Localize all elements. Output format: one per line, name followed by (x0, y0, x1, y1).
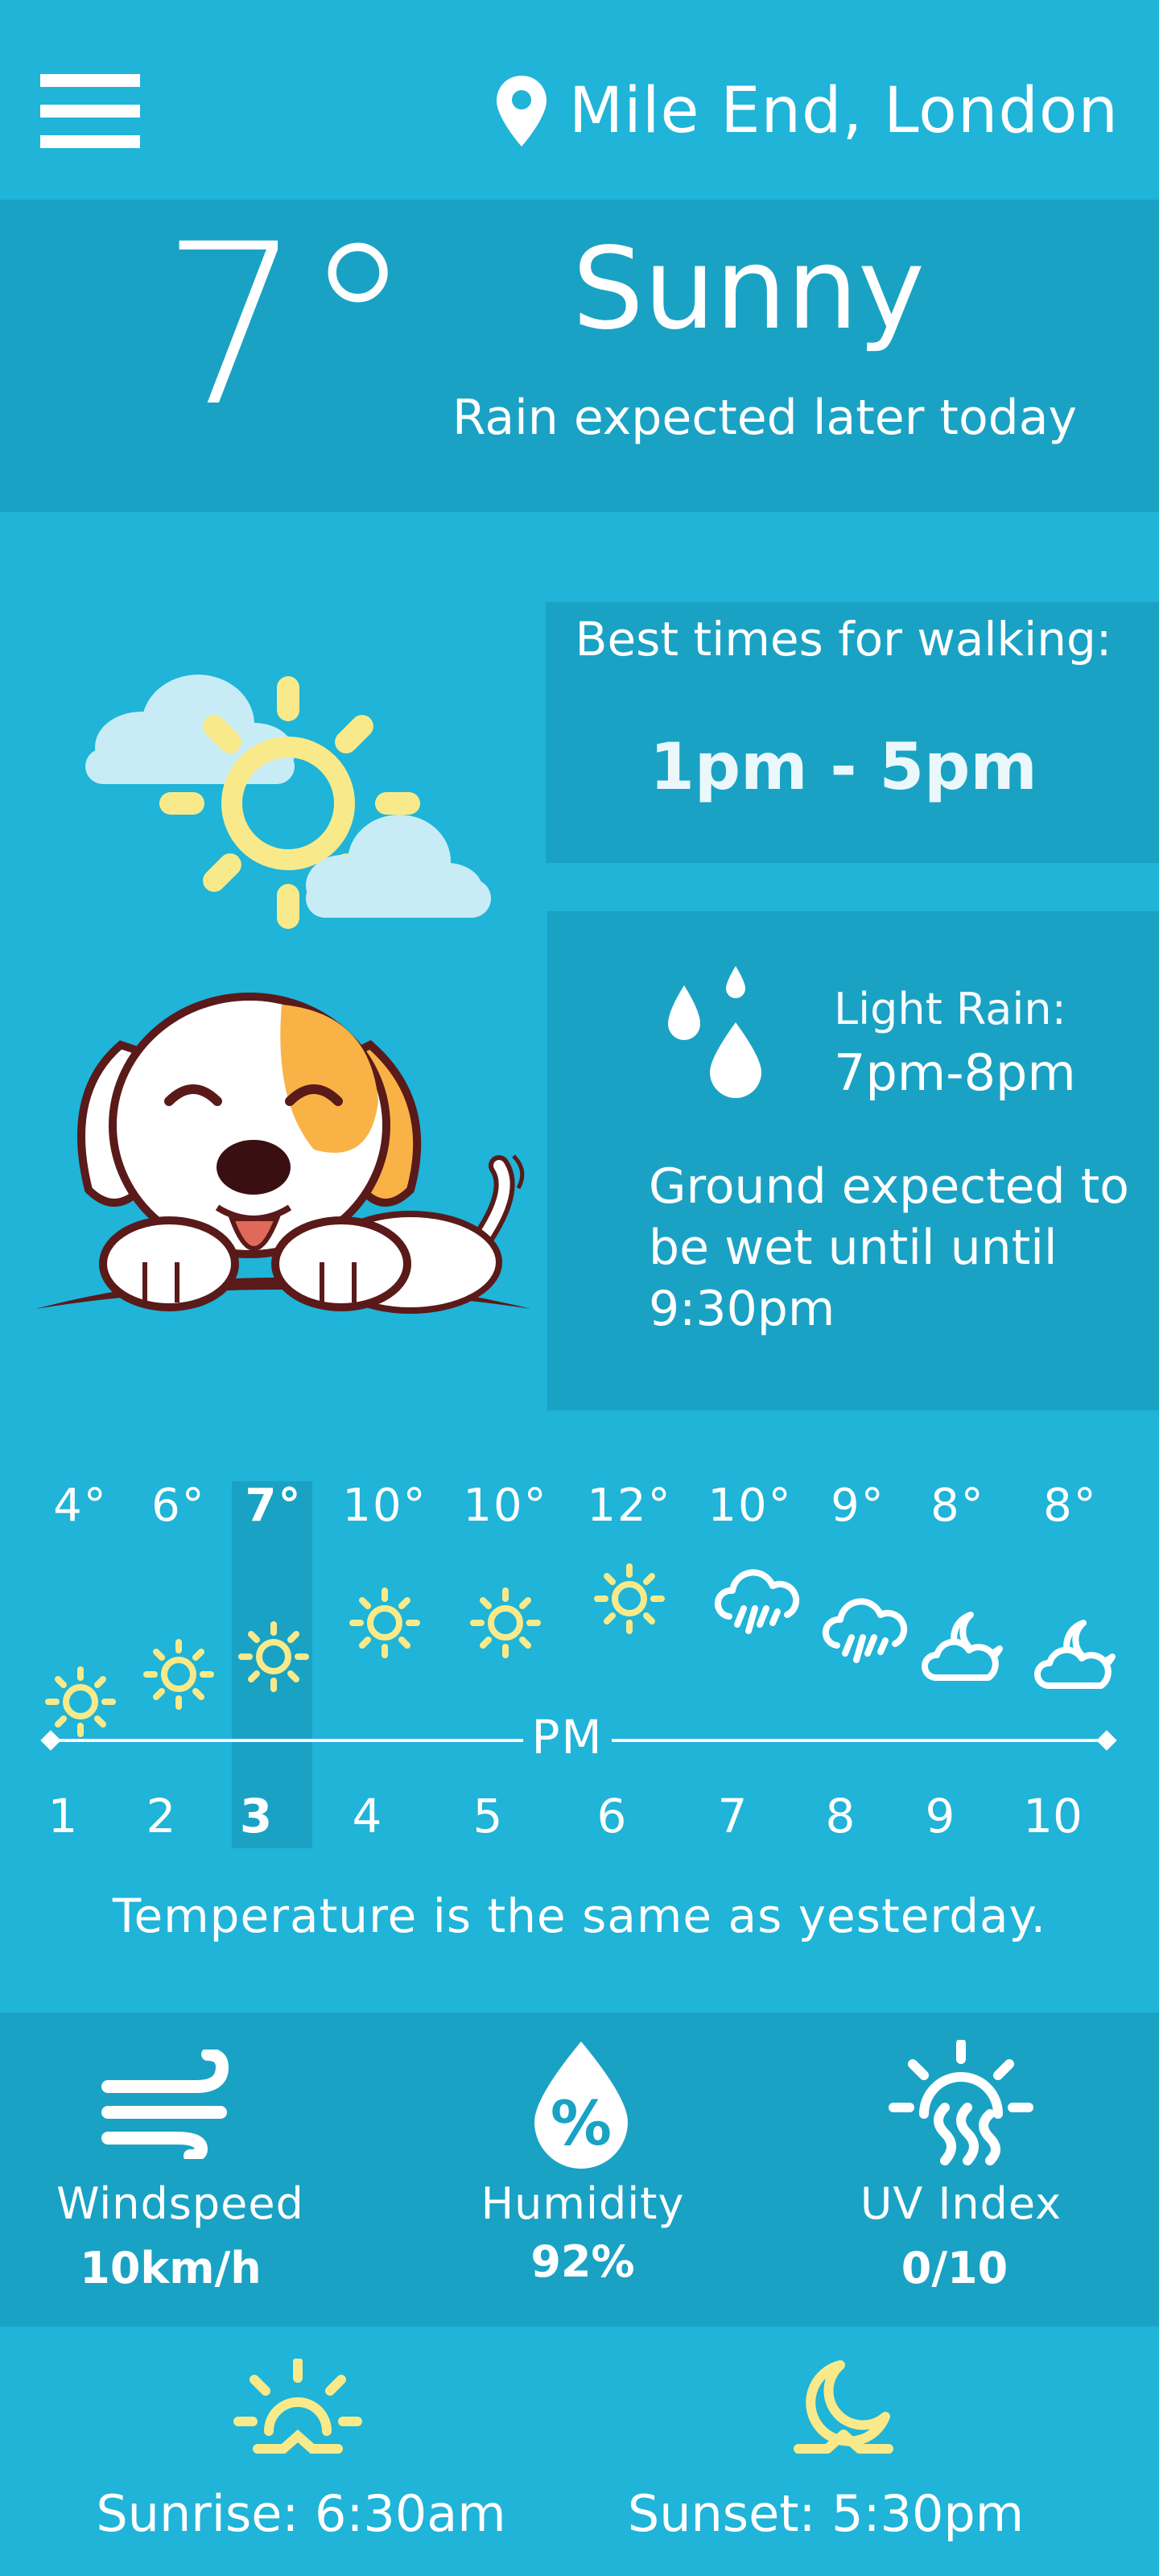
hourly-temperature: 10° (342, 1480, 427, 1532)
hourly-temperature: 6° (151, 1480, 206, 1532)
timeline-end-marker (1096, 1730, 1117, 1751)
menu-bar (40, 74, 140, 87)
hourly-time[interactable]: 1 (14, 1789, 111, 1843)
sun-icon (467, 1584, 544, 1665)
moon-cloud-icon (1032, 1615, 1120, 1699)
hourly-time[interactable]: 9 (892, 1789, 988, 1843)
hourly-time[interactable]: 8 (792, 1789, 889, 1843)
uv-index-value: 0/10 (901, 2243, 1008, 2293)
rain-cloud-icon (711, 1567, 800, 1650)
sun-cloud-illustration (85, 675, 491, 929)
sun-icon (591, 1560, 668, 1641)
current-temperature: 7° (161, 197, 414, 456)
menu-bar (40, 135, 140, 148)
location[interactable]: Mile End, London (495, 69, 1119, 153)
rain-drops-icon (668, 966, 761, 1098)
period-label: PM (523, 1710, 612, 1765)
sunrise-icon (233, 2359, 362, 2454)
hourly-time[interactable]: 5 (439, 1789, 536, 1843)
humidity-label: Humidity (481, 2178, 685, 2229)
hourly-time[interactable]: 3 (208, 1789, 304, 1843)
walking-times: 1pm - 5pm (650, 729, 1037, 804)
hourly-temperature: 12° (587, 1480, 672, 1532)
hourly-temperature: 4° (53, 1480, 108, 1532)
menu-bar (40, 105, 140, 118)
uv-sun-icon (889, 2040, 1033, 2165)
temperature-comparison: Temperature is the same as yesterday. (112, 1889, 1047, 1943)
sunset-icon (794, 2360, 893, 2454)
moon-cloud-icon (919, 1607, 1008, 1690)
hourly-time[interactable]: 6 (563, 1789, 660, 1843)
sunset-time: Sunset: 5:30pm (627, 2484, 1025, 2543)
dog-illustration (35, 993, 531, 1314)
hourly-time[interactable]: 7 (684, 1789, 781, 1843)
forecast-note: Rain expected later today (452, 390, 1078, 446)
rain-label: Light Rain: (834, 984, 1066, 1034)
rain-time: 7pm-8pm (834, 1043, 1076, 1102)
humidity-value: 92% (530, 2236, 635, 2287)
windspeed-label: Windspeed (56, 2178, 304, 2229)
hourly-temperature: 7° (245, 1480, 303, 1532)
sunrise-time: Sunrise: 6:30am (96, 2484, 506, 2543)
sun-icon (346, 1584, 423, 1665)
svg-text:%: % (551, 2087, 612, 2159)
hourly-time[interactable]: 10 (1004, 1789, 1101, 1843)
hourly-temperature: 10° (463, 1480, 548, 1532)
ground-wet-note: Ground expected to be wet until until 9:… (649, 1158, 1129, 1337)
map-pin-icon (496, 76, 547, 147)
hourly-temperature: 10° (707, 1480, 793, 1532)
current-condition: Sunny (572, 224, 925, 355)
sun-icon (42, 1663, 119, 1744)
hourly-time[interactable]: 4 (319, 1789, 415, 1843)
menu-button[interactable] (40, 74, 143, 150)
hourly-temperature: 9° (831, 1480, 885, 1532)
rain-cloud-icon (819, 1596, 908, 1679)
hourly-temperature: 8° (1043, 1480, 1098, 1532)
sun-icon (235, 1618, 312, 1699)
walking-title: Best times for walking: (575, 612, 1112, 667)
windspeed-value: 10km/h (80, 2243, 262, 2293)
wind-icon (101, 2050, 229, 2159)
uv-index-label: UV Index (860, 2178, 1062, 2229)
sun-icon (140, 1636, 217, 1716)
hourly-temperature: 8° (930, 1480, 985, 1532)
humidity-drop-icon: % (534, 2041, 628, 2169)
location-name: Mile End, London (568, 75, 1119, 147)
hourly-time[interactable]: 2 (113, 1789, 209, 1843)
